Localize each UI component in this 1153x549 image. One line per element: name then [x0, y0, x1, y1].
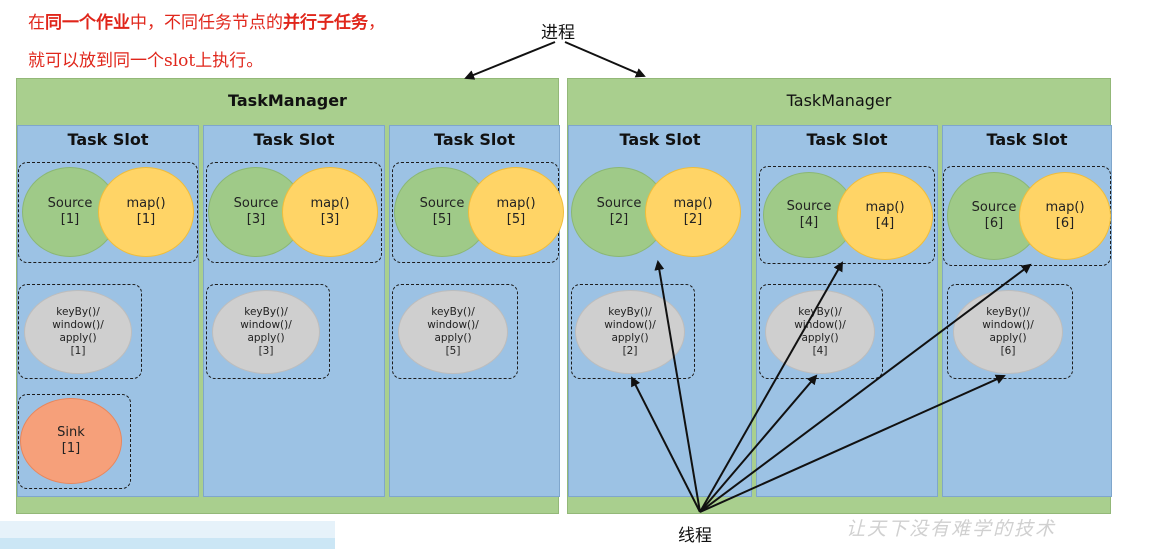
thread-arrow [699, 374, 1006, 513]
bottom-decoration [0, 538, 335, 549]
thread-label: 线程 [678, 526, 712, 546]
thread-arrow [654, 260, 701, 513]
thread-arrow [699, 263, 1032, 513]
arrows-layer [464, 41, 1032, 513]
watermark-text: 让天下没有难学的技术 [846, 518, 1057, 540]
thread-arrow [699, 261, 843, 513]
process-arrow-left [464, 41, 556, 80]
thread-arrow [631, 376, 701, 513]
process-arrow-right [564, 41, 646, 78]
thread-arrow [699, 374, 818, 513]
